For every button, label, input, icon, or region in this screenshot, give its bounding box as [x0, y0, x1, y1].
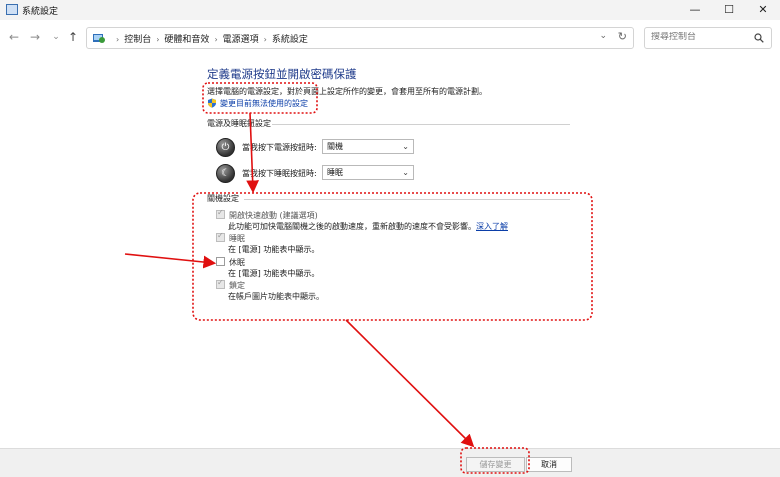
- fast-startup-description-text: 此功能可加快電腦關機之後的啟動速度，重新啟動的速度不會受影響。: [228, 222, 476, 231]
- lock-description: 在帳戶圖片功能表中顯示。: [228, 292, 324, 301]
- sleep-checkbox[interactable]: [216, 231, 225, 242]
- breadcrumb-separator[interactable]: ›: [151, 35, 164, 44]
- fast-startup-checkbox-row[interactable]: 開啟快速啟動 (建議選項): [216, 208, 318, 221]
- sleep-button-action-value: 睡眠: [327, 168, 343, 177]
- close-button[interactable]: ✕: [746, 0, 780, 20]
- change-unavailable-settings-link[interactable]: 變更目前無法使用的設定: [207, 98, 308, 109]
- page-title: 定義電源按鈕並開啟密碼保護: [207, 67, 357, 81]
- power-button-label: 當我按下電源按鈕時:: [242, 143, 317, 152]
- change-settings-link-text[interactable]: 變更目前無法使用的設定: [220, 99, 308, 108]
- control-panel-app-icon: [6, 4, 18, 15]
- power-button-action-value: 關機: [327, 142, 343, 151]
- learn-more-link[interactable]: 深入了解: [476, 222, 508, 231]
- shutdown-section-divider: [244, 199, 570, 200]
- breadcrumb-control-panel[interactable]: 控制台: [124, 35, 151, 45]
- shutdown-section-heading: 關機設定: [207, 194, 239, 203]
- address-dropdown-icon[interactable]: ⌄: [599, 31, 607, 41]
- search-input[interactable]: [651, 32, 747, 42]
- sleep-label: 睡眠: [229, 234, 245, 243]
- power-button-action-select[interactable]: 關機 ⌄: [322, 139, 414, 154]
- moon-icon: ☾: [221, 168, 230, 179]
- minimize-button[interactable]: —: [678, 0, 712, 20]
- chevron-down-icon: ⌄: [402, 142, 409, 151]
- sleep-button-action-select[interactable]: 睡眠 ⌄: [322, 165, 414, 180]
- breadcrumb-power-options[interactable]: 電源選項: [223, 35, 259, 45]
- fast-startup-checkbox[interactable]: [216, 208, 225, 219]
- breadcrumb-system-settings[interactable]: 系統設定: [272, 35, 308, 45]
- lock-checkbox[interactable]: [216, 278, 225, 289]
- refresh-icon[interactable]: ↻: [618, 30, 627, 43]
- power-section-divider: [272, 124, 570, 125]
- power-symbol-icon: ⏻: [221, 142, 230, 153]
- maximize-button[interactable]: ☐: [712, 0, 746, 20]
- control-panel-location-icon: [93, 34, 105, 43]
- address-bar[interactable]: › 控制台 › 硬體和音效 › 電源選項 › 系統設定 ⌄ ↻: [86, 27, 634, 49]
- sleep-description: 在 [電源] 功能表中顯示。: [228, 245, 320, 254]
- page-description: 選擇電腦的電源設定，對於頁面上設定所作的變更，會套用至所有的電源計劃。: [207, 87, 487, 96]
- recent-locations-dropdown[interactable]: ⌄: [48, 29, 64, 45]
- search-box[interactable]: [644, 27, 772, 49]
- hibernate-label: 休眠: [229, 258, 245, 267]
- sleep-button-label: 當我按下睡眠按鈕時:: [242, 169, 317, 178]
- hibernate-description: 在 [電源] 功能表中顯示。: [228, 269, 320, 278]
- breadcrumb-separator: ›: [116, 35, 120, 44]
- fast-startup-label: 開啟快速啟動 (建議選項): [229, 211, 318, 220]
- button-bar: 儲存變更 取消: [0, 448, 780, 477]
- cancel-button[interactable]: 取消: [526, 457, 572, 472]
- back-button[interactable]: ←: [6, 29, 22, 45]
- hibernate-checkbox[interactable]: [216, 257, 225, 266]
- breadcrumb-separator[interactable]: ›: [209, 35, 222, 44]
- breadcrumb-hardware-sound[interactable]: 硬體和音效: [164, 35, 209, 45]
- uac-shield-icon: [208, 98, 216, 108]
- breadcrumb-separator[interactable]: ›: [259, 35, 272, 44]
- forward-button[interactable]: →: [27, 29, 43, 45]
- breadcrumb: › 控制台 › 硬體和音效 › 電源選項 › 系統設定: [111, 32, 308, 45]
- sleep-checkbox-row[interactable]: 睡眠: [216, 231, 245, 244]
- title-bar: 系統設定 — ☐ ✕: [0, 0, 780, 20]
- chevron-down-icon: ⌄: [402, 168, 409, 177]
- search-icon[interactable]: [754, 33, 764, 43]
- lock-label: 鎖定: [229, 281, 245, 290]
- fast-startup-description: 此功能可加快電腦關機之後的啟動速度，重新啟動的速度不會受影響。深入了解: [228, 221, 508, 232]
- content-area: [0, 56, 780, 448]
- navigation-bar: ← → ⌄ ↑ › 控制台 › 硬體和音效 › 電源選項 › 系統設定 ⌄ ↻: [0, 20, 780, 56]
- power-section-heading: 電源及睡眠鈕設定: [207, 119, 271, 128]
- hibernate-checkbox-row[interactable]: 休眠: [216, 257, 245, 268]
- window-title: 系統設定: [22, 7, 59, 17]
- up-button[interactable]: ↑: [65, 29, 81, 45]
- save-changes-button[interactable]: 儲存變更: [466, 457, 525, 472]
- lock-checkbox-row[interactable]: 鎖定: [216, 278, 245, 291]
